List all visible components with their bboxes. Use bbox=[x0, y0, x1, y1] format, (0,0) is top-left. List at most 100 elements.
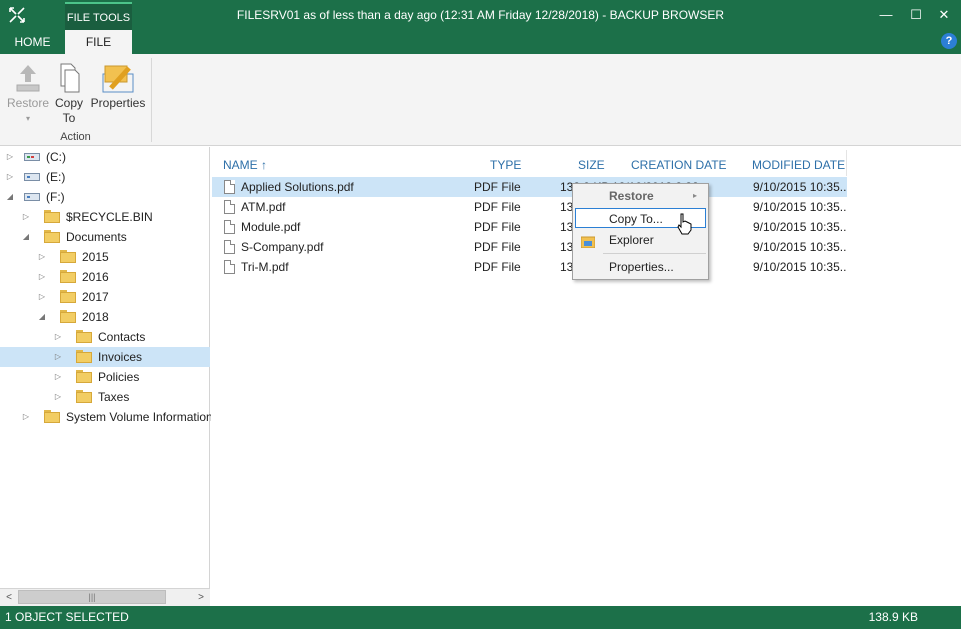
maximize-button[interactable]: ☐ bbox=[901, 4, 931, 26]
collapsed-triangle-icon[interactable]: ▷ bbox=[54, 327, 62, 347]
file-modified-date: 9/10/2015 10:35... bbox=[753, 220, 847, 234]
folder-icon bbox=[76, 370, 92, 383]
file-name: Module.pdf bbox=[241, 220, 301, 234]
folder-icon bbox=[44, 230, 60, 243]
menu-separator bbox=[603, 253, 706, 254]
tree-item[interactable]: ▷ Policies bbox=[0, 367, 210, 387]
folder-icon bbox=[76, 350, 92, 363]
file-row[interactable]: Applied Solutions.pdfPDF File138.9 KB12/… bbox=[212, 177, 847, 197]
file-type: PDF File bbox=[474, 240, 521, 254]
explorer-icon bbox=[580, 234, 596, 249]
copy-to-label-1: Copy bbox=[54, 96, 83, 110]
status-selected-size: 138.9 KB bbox=[868, 610, 918, 624]
column-header-creation-date[interactable]: CREATION DATE bbox=[631, 157, 727, 173]
file-type: PDF File bbox=[474, 200, 521, 214]
file-modified-date: 9/10/2015 10:35... bbox=[753, 200, 847, 214]
column-header-name[interactable]: NAME ↑ bbox=[223, 157, 267, 173]
column-separator bbox=[846, 150, 847, 176]
ribbon-group-separator bbox=[151, 58, 152, 142]
tree-item-label: Documents bbox=[66, 230, 127, 244]
file-row[interactable]: ATM.pdf PDF File 13 9/10/2015 10:35... bbox=[212, 197, 847, 217]
expanded-triangle-icon[interactable]: ◢ bbox=[6, 187, 14, 207]
tab-home[interactable]: HOME bbox=[0, 30, 65, 54]
collapsed-triangle-icon[interactable]: ▷ bbox=[38, 247, 46, 267]
tree-item-label: Contacts bbox=[98, 330, 146, 344]
tree-item[interactable]: ▷ 2017 bbox=[0, 287, 210, 307]
tab-file[interactable]: FILE bbox=[65, 30, 132, 54]
tree-item[interactable]: ▷ $RECYCLE.BIN bbox=[0, 207, 210, 227]
copy-to-label-2: To bbox=[62, 111, 76, 125]
collapsed-triangle-icon[interactable]: ▷ bbox=[22, 207, 30, 227]
collapsed-triangle-icon[interactable]: ▷ bbox=[6, 167, 14, 187]
restore-dropdown-icon: ▾ bbox=[25, 114, 30, 123]
restore-label: Restore bbox=[6, 96, 50, 110]
properties-icon bbox=[89, 62, 147, 96]
file-name: ATM.pdf bbox=[241, 200, 286, 214]
tree-item-label: Policies bbox=[98, 370, 140, 384]
tree-item[interactable]: ▷ Invoices bbox=[0, 347, 210, 367]
window-title: FILESRV01 as of less than a day ago (12:… bbox=[236, 8, 725, 22]
status-bar bbox=[0, 606, 961, 629]
tree-item-label: Invoices bbox=[98, 350, 143, 364]
tree-item[interactable]: ▷ (C:) bbox=[0, 147, 210, 167]
scroll-thumb[interactable]: ||| bbox=[18, 590, 166, 604]
column-header-size[interactable]: SIZE bbox=[578, 157, 605, 173]
tree-item[interactable]: ▷ (E:) bbox=[0, 167, 210, 187]
ribbon-group-label: Action bbox=[60, 131, 91, 143]
tree-item-label: (F:) bbox=[46, 190, 65, 204]
file-type: PDF File bbox=[474, 220, 521, 234]
menu-item-properties[interactable]: Properties... bbox=[575, 257, 706, 277]
collapsed-triangle-icon[interactable]: ▷ bbox=[54, 367, 62, 387]
tree-item-label: 2016 bbox=[82, 270, 109, 284]
collapsed-triangle-icon[interactable]: ▷ bbox=[54, 387, 62, 407]
restore-button[interactable]: Restore ▾ bbox=[6, 62, 50, 126]
file-tools-context-tab[interactable]: FILE TOOLS bbox=[65, 2, 132, 30]
folder-icon bbox=[76, 390, 92, 403]
collapsed-triangle-icon[interactable]: ▷ bbox=[38, 287, 46, 307]
tree-item[interactable]: ▷ Contacts bbox=[0, 327, 210, 347]
properties-label: Properties bbox=[90, 96, 146, 110]
tree-item[interactable]: ▷ Taxes bbox=[0, 387, 210, 407]
tree-item[interactable]: ◢ (F:) bbox=[0, 187, 210, 207]
collapsed-triangle-icon[interactable]: ▷ bbox=[54, 347, 62, 367]
file-type: PDF File bbox=[474, 260, 521, 274]
restore-icon bbox=[6, 62, 50, 96]
sort-ascending-icon: ↑ bbox=[261, 158, 268, 172]
scroll-left-arrow-icon[interactable]: < bbox=[2, 591, 16, 605]
collapsed-triangle-icon[interactable]: ▷ bbox=[38, 267, 46, 287]
menu-item-properties-label: Properties... bbox=[609, 260, 674, 274]
file-name: Applied Solutions.pdf bbox=[241, 180, 354, 194]
column-header-type[interactable]: TYPE bbox=[490, 157, 521, 173]
close-button[interactable]: ✕ bbox=[929, 4, 959, 26]
folder-icon bbox=[44, 410, 60, 423]
column-header-modified-date[interactable]: MODIFIED DATE bbox=[752, 157, 845, 173]
properties-button[interactable]: Properties bbox=[89, 62, 147, 111]
minimize-button[interactable]: — bbox=[871, 4, 901, 26]
file-modified-date: 9/10/2015 10:35... bbox=[753, 180, 847, 194]
file-type: PDF File bbox=[474, 180, 521, 194]
tree-item[interactable]: ◢ Documents bbox=[0, 227, 210, 247]
tree-item[interactable]: ▷ System Volume Information bbox=[0, 407, 213, 427]
file-row[interactable]: Tri-M.pdf PDF File 13 9/10/2015 10:35... bbox=[212, 257, 847, 277]
pdf-file-icon bbox=[224, 200, 235, 214]
folder-icon bbox=[60, 310, 76, 323]
hand-cursor-icon bbox=[677, 213, 693, 235]
tree-item[interactable]: ▷ 2016 bbox=[0, 267, 210, 287]
menu-item-restore[interactable]: Restore ▸ bbox=[575, 186, 706, 206]
expanded-triangle-icon[interactable]: ◢ bbox=[38, 307, 46, 327]
scroll-right-arrow-icon[interactable]: > bbox=[194, 591, 208, 605]
tree-item-label: 2018 bbox=[82, 310, 109, 324]
drive-icon bbox=[24, 193, 40, 201]
copy-to-button[interactable]: Copy To bbox=[52, 62, 86, 126]
collapsed-triangle-icon[interactable]: ▷ bbox=[22, 407, 30, 427]
file-modified-date: 9/10/2015 10:35... bbox=[753, 240, 847, 254]
drive-icon bbox=[24, 173, 40, 181]
file-row[interactable]: Module.pdf PDF File 13 9/10/2015 10:35... bbox=[212, 217, 847, 237]
collapsed-triangle-icon[interactable]: ▷ bbox=[6, 147, 14, 167]
pdf-file-icon bbox=[224, 180, 235, 194]
tree-item[interactable]: ▷ 2015 bbox=[0, 247, 210, 267]
expanded-triangle-icon[interactable]: ◢ bbox=[22, 227, 30, 247]
help-icon[interactable]: ? bbox=[941, 33, 957, 49]
file-row[interactable]: S-Company.pdf PDF File 13 9/10/2015 10:35..… bbox=[212, 237, 847, 257]
tree-item[interactable]: ◢ 2018 bbox=[0, 307, 210, 327]
